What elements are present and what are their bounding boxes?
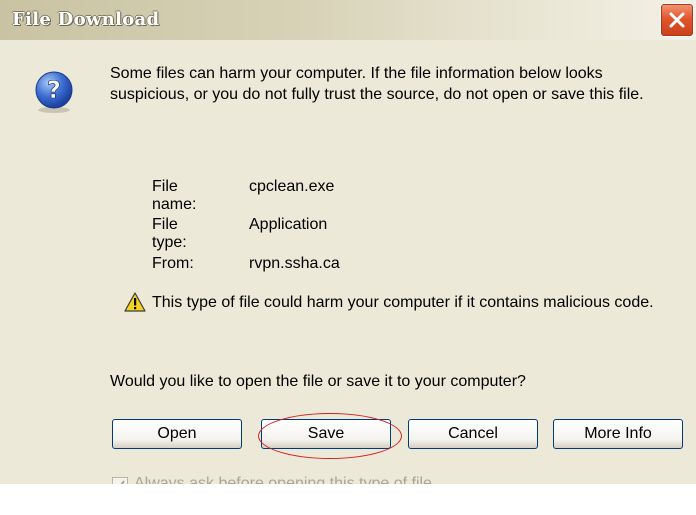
close-icon (669, 12, 685, 28)
bottom-strip (0, 484, 696, 515)
download-prompt: Would you like to open the file or save … (110, 373, 526, 390)
more-info-button[interactable]: More Info (553, 419, 683, 449)
cancel-button[interactable]: Cancel (408, 419, 538, 449)
warning-message: This type of file could harm your comput… (152, 294, 654, 311)
title-bar[interactable]: File Download (0, 0, 696, 40)
file-from-label: From: (152, 255, 194, 272)
close-button[interactable] (660, 3, 694, 37)
open-button[interactable]: Open (112, 419, 242, 449)
file-type-label: File type: (152, 216, 187, 251)
file-from-value: rvpn.ssha.ca (249, 255, 340, 272)
svg-text:?: ? (47, 76, 61, 104)
file-type-value: Application (249, 216, 328, 233)
question-icon: ? (35, 71, 73, 113)
intro-message: Some files can harm your computer. If th… (110, 65, 644, 103)
file-name-value: cpclean.exe (249, 178, 335, 195)
file-download-dialog: File Download ? Some files can harm your… (0, 0, 696, 493)
save-button[interactable]: Save (261, 419, 391, 449)
warning-icon (124, 292, 146, 312)
file-name-label: File name: (152, 178, 197, 213)
dialog-title: File Download (12, 9, 160, 30)
